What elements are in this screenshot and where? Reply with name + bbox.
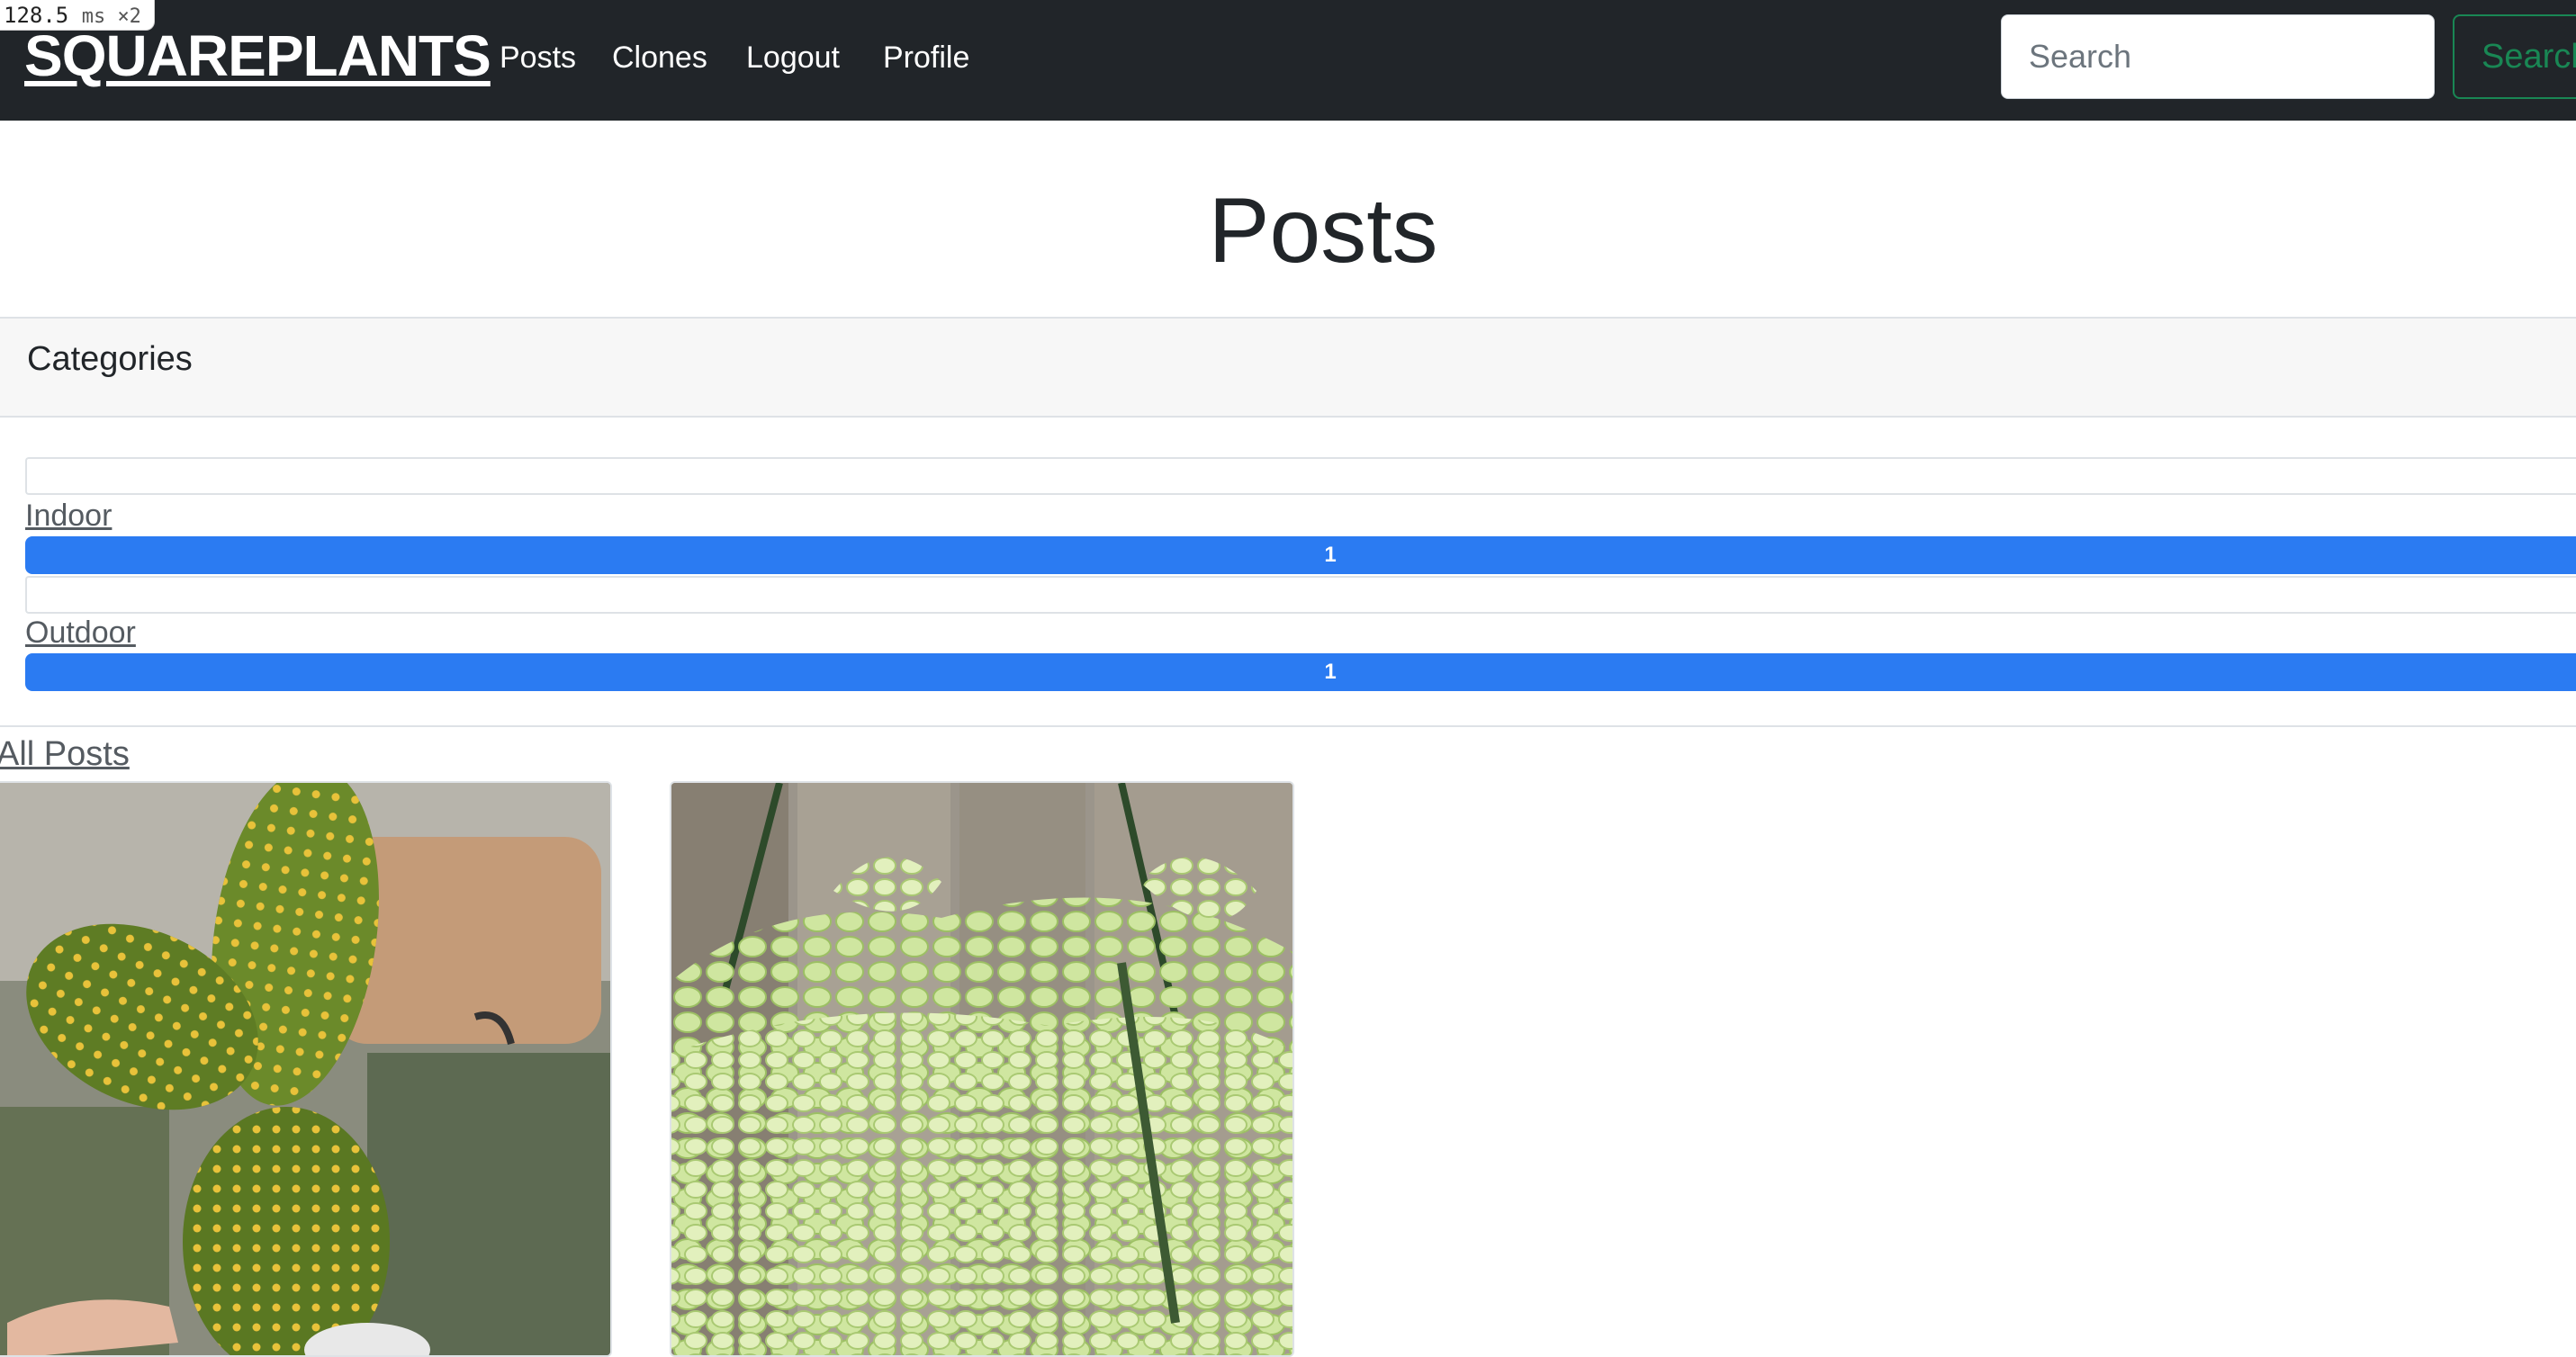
page-title: Posts xyxy=(1208,179,1438,282)
category-progress-indoor: 1 xyxy=(25,536,2576,574)
perf-value: 128.5 xyxy=(4,3,69,28)
category-count-outdoor: 1 xyxy=(1324,660,1337,684)
category-count-indoor: 1 xyxy=(1324,543,1337,567)
category-divider xyxy=(25,576,2576,614)
search-button[interactable]: Search xyxy=(2453,14,2576,99)
nav-link-logout[interactable]: Logout xyxy=(746,36,840,79)
post-image-cactus xyxy=(0,783,610,1355)
nav-link-clones[interactable]: Clones xyxy=(612,36,707,79)
nav-link-posts[interactable]: Posts xyxy=(500,36,576,79)
brand-link[interactable]: SQUAREPLANTS xyxy=(24,20,491,92)
category-divider xyxy=(25,457,2576,495)
categories-header: Categories xyxy=(0,319,2576,418)
post-image-succulent xyxy=(671,783,1293,1355)
nav-link-profile[interactable]: Profile xyxy=(883,36,969,79)
perf-overlay: 128.5 ms ×2 xyxy=(0,0,155,31)
post-card[interactable] xyxy=(0,781,612,1357)
all-posts-link[interactable]: All Posts xyxy=(0,731,130,777)
progress-bar-fill: 1 xyxy=(25,653,2576,691)
categories-card: Categories Indoor 1 Outdoor 1 xyxy=(0,317,2576,727)
category-progress-outdoor: 1 xyxy=(25,653,2576,691)
post-card[interactable] xyxy=(670,781,1294,1357)
progress-bar-fill: 1 xyxy=(25,536,2576,574)
category-link-outdoor[interactable]: Outdoor xyxy=(25,614,136,652)
navbar: SQUAREPLANTS Posts Clones Logout Profile… xyxy=(0,0,2576,121)
category-link-indoor[interactable]: Indoor xyxy=(25,497,112,535)
search-input[interactable] xyxy=(2001,14,2435,99)
perf-unit: ms ×2 xyxy=(81,5,141,28)
